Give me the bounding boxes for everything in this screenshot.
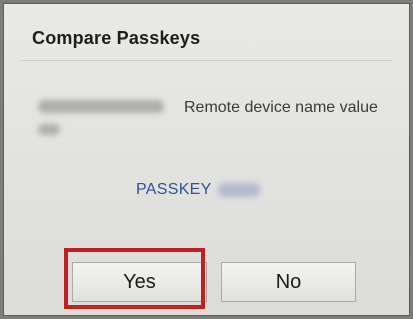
passkey-row: PASSKEY (136, 178, 260, 202)
yes-button[interactable]: Yes (72, 262, 207, 302)
remote-device-name: Remote device name value (184, 99, 378, 116)
passkey-label: PASSKEY (136, 181, 212, 198)
blurred-device-id-line-2 (38, 124, 60, 135)
compare-passkeys-dialog: Compare Passkeys Remote device name valu… (3, 3, 410, 316)
no-button[interactable]: No (221, 262, 356, 302)
dialog-title: Compare Passkeys (32, 28, 201, 48)
title-divider (20, 60, 393, 61)
blurred-device-id-line-1 (38, 100, 164, 113)
blurred-device-id (34, 96, 172, 142)
blurred-passkey-value (217, 183, 260, 197)
